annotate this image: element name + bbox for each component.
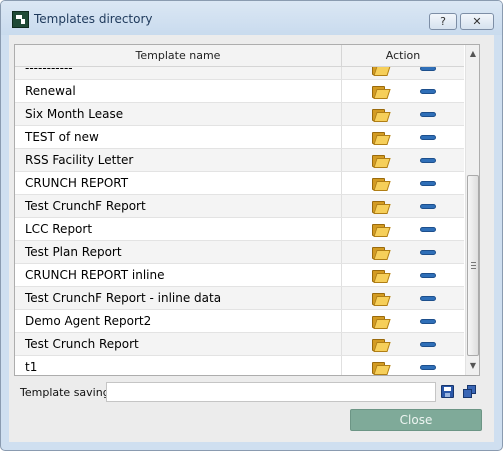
table-row[interactable]: CRUNCH REPORT [15, 172, 464, 195]
template-name-cell: ----------- [25, 67, 73, 75]
remove-icon[interactable] [420, 319, 436, 324]
table-row[interactable]: Test Plan Report [15, 241, 464, 264]
open-folder-icon[interactable] [372, 315, 391, 329]
open-folder-icon[interactable] [372, 131, 391, 145]
open-folder-icon[interactable] [372, 223, 391, 237]
grid-header: Template name Action [15, 45, 464, 67]
remove-icon[interactable] [420, 181, 436, 186]
open-folder-icon[interactable] [372, 154, 391, 168]
open-folder-icon[interactable] [372, 292, 391, 306]
remove-icon[interactable] [420, 67, 436, 71]
open-folder-icon[interactable] [372, 67, 391, 76]
grid-rows: ----------- Renewal Six Month Lease TEST of… [15, 67, 464, 375]
open-folder-icon[interactable] [372, 269, 391, 283]
open-folder-icon[interactable] [372, 246, 391, 260]
column-header-template-name[interactable]: Template name [15, 45, 342, 66]
scroll-up-arrow[interactable]: ▲ [468, 47, 478, 61]
table-row[interactable]: Test CrunchF Report - inline data [15, 287, 464, 310]
app-icon [12, 11, 29, 28]
window-title: Templates directory [34, 12, 153, 26]
template-name-cell: Test Crunch Report [25, 337, 139, 351]
template-name-cell: RSS Facility Letter [25, 153, 134, 167]
open-folder-icon[interactable] [372, 177, 391, 191]
save-all-icon[interactable] [463, 385, 476, 398]
template-name-cell: CRUNCH REPORT [25, 176, 129, 190]
table-row[interactable]: Demo Agent Report2 [15, 310, 464, 333]
templates-grid: Template name Action ----------- Renewal S… [14, 44, 480, 376]
open-folder-icon[interactable] [372, 338, 391, 352]
remove-icon[interactable] [420, 89, 436, 94]
save-icon[interactable] [441, 385, 454, 398]
remove-icon[interactable] [420, 250, 436, 255]
open-folder-icon[interactable] [372, 200, 391, 214]
template-name-cell: Renewal [25, 84, 76, 98]
template-name-cell: t1 [25, 360, 38, 374]
table-row[interactable]: Renewal [15, 80, 464, 103]
vertical-scrollbar[interactable]: ▲ ▼ [465, 45, 479, 375]
remove-icon[interactable] [420, 342, 436, 347]
template-saving-label: Template saving [20, 386, 110, 399]
template-name-cell: CRUNCH REPORT inline [25, 268, 165, 282]
remove-icon[interactable] [420, 158, 436, 163]
remove-icon[interactable] [420, 112, 436, 117]
remove-icon[interactable] [420, 204, 436, 209]
remove-icon[interactable] [420, 227, 436, 232]
table-row[interactable]: ----------- [15, 67, 464, 80]
remove-icon[interactable] [420, 296, 436, 301]
template-name-cell: Six Month Lease [25, 107, 124, 121]
table-row[interactable]: TEST of new [15, 126, 464, 149]
template-name-input[interactable] [106, 382, 436, 402]
template-name-cell: TEST of new [25, 130, 99, 144]
remove-icon[interactable] [420, 273, 436, 278]
help-button[interactable]: ? [429, 13, 457, 30]
close-button[interactable]: Close [350, 409, 482, 431]
column-header-action[interactable]: Action [342, 45, 464, 66]
table-row[interactable]: Test Crunch Report [15, 333, 464, 356]
template-name-cell: Test Plan Report [25, 245, 122, 259]
scroll-down-arrow[interactable]: ▼ [468, 359, 478, 373]
template-name-cell: Test CrunchF Report - inline data [25, 291, 222, 305]
table-row[interactable]: Test CrunchF Report [15, 195, 464, 218]
open-folder-icon[interactable] [372, 361, 391, 375]
template-name-cell: Demo Agent Report2 [25, 314, 152, 328]
table-row[interactable]: LCC Report [15, 218, 464, 241]
table-row[interactable]: CRUNCH REPORT inline [15, 264, 464, 287]
open-folder-icon[interactable] [372, 85, 391, 99]
table-row[interactable]: Six Month Lease [15, 103, 464, 126]
table-row[interactable]: t1 [15, 356, 464, 375]
window-close-button[interactable]: ✕ [460, 13, 494, 30]
table-row[interactable]: RSS Facility Letter [15, 149, 464, 172]
remove-icon[interactable] [420, 365, 436, 370]
template-name-cell: LCC Report [25, 222, 93, 236]
remove-icon[interactable] [420, 135, 436, 140]
scroll-thumb[interactable] [467, 175, 479, 356]
template-name-cell: Test CrunchF Report [25, 199, 146, 213]
title-bar: Templates directory ? ✕ [1, 1, 502, 35]
open-folder-icon[interactable] [372, 108, 391, 122]
